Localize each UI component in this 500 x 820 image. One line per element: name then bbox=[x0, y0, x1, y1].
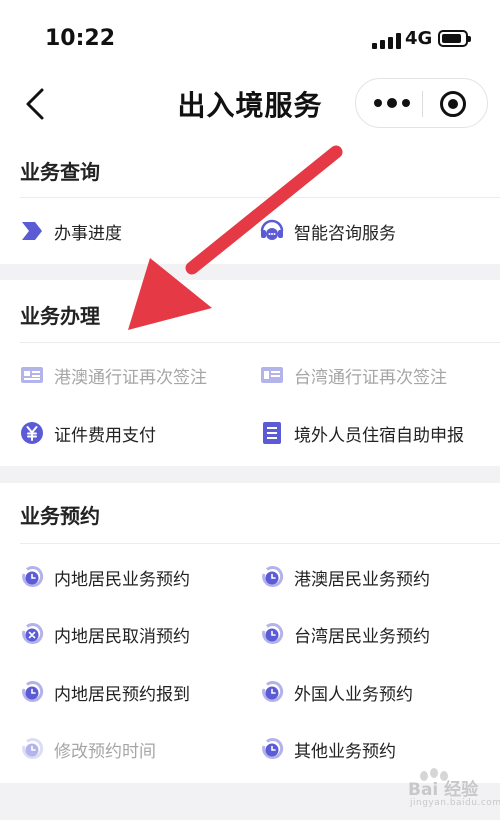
menu-item-label: 内地居民取消预约 bbox=[54, 626, 190, 647]
document-icon bbox=[263, 422, 281, 444]
section-appointment: 业务预约 内地居民业务预约 港澳居民业务预约 内地居民取消预约 台湾居民业务预约… bbox=[0, 483, 500, 783]
section-divider bbox=[20, 543, 500, 544]
menu-item-other-appointment[interactable]: 其他业务预约 bbox=[260, 734, 396, 764]
menu-item-label: 证件费用支付 bbox=[54, 425, 156, 446]
section-divider bbox=[20, 342, 500, 343]
signal-icon bbox=[372, 33, 402, 49]
tw-card-icon bbox=[261, 367, 283, 383]
clock-icon bbox=[22, 738, 44, 759]
watermark-text: Bai 经验 bbox=[408, 780, 479, 800]
menu-item-label: 港澳通行证再次签注 bbox=[54, 367, 207, 388]
progress-icon bbox=[22, 222, 42, 240]
capsule-divider bbox=[422, 91, 423, 117]
menu-item-smart-consult[interactable]: 智能咨询服务 bbox=[260, 216, 396, 246]
menu-item-foreigner-appointment[interactable]: 外国人业务预约 bbox=[260, 677, 413, 707]
clock-icon bbox=[262, 681, 284, 702]
clock-icon bbox=[262, 623, 284, 644]
more-icon[interactable] bbox=[372, 93, 412, 113]
section-handling: 业务办理 港澳通行证再次签注 台湾通行证再次签注 证件费用支付 境外人员住宿自助… bbox=[0, 280, 500, 466]
chat-icon bbox=[260, 219, 284, 240]
menu-item-label: 智能咨询服务 bbox=[294, 223, 396, 244]
menu-item-mainland-checkin[interactable]: 内地居民预约报到 bbox=[20, 677, 190, 707]
status-time: 10:22 bbox=[45, 26, 116, 51]
section-title: 业务查询 bbox=[20, 160, 100, 184]
cancel-clock-icon bbox=[22, 623, 44, 644]
clock-icon bbox=[262, 738, 284, 759]
menu-item-hk-macau-endorsement[interactable]: 港澳通行证再次签注 bbox=[20, 360, 207, 390]
menu-item-label: 内地居民预约报到 bbox=[54, 684, 190, 705]
menu-item-label: 外国人业务预约 bbox=[294, 684, 413, 705]
nav-bar: 出入境服务 bbox=[0, 76, 500, 134]
mini-program-capsule bbox=[355, 78, 488, 128]
menu-item-taiwan-appointment[interactable]: 台湾居民业务预约 bbox=[260, 619, 430, 649]
menu-item-progress[interactable]: 办事进度 bbox=[20, 216, 122, 246]
menu-item-label: 台湾通行证再次签注 bbox=[294, 367, 447, 388]
menu-item-label: 港澳居民业务预约 bbox=[294, 569, 430, 590]
section-title: 业务办理 bbox=[20, 304, 100, 328]
menu-item-mainland-cancel[interactable]: 内地居民取消预约 bbox=[20, 619, 190, 649]
menu-item-label: 其他业务预约 bbox=[294, 741, 396, 762]
section-divider bbox=[20, 197, 500, 198]
battery-icon bbox=[438, 30, 471, 47]
menu-item-taiwan-endorsement[interactable]: 台湾通行证再次签注 bbox=[260, 360, 447, 390]
status-bar: 10:22 4G bbox=[0, 0, 500, 76]
yuan-icon bbox=[21, 422, 43, 444]
close-target-icon[interactable] bbox=[439, 90, 467, 118]
menu-item-label: 境外人员住宿自助申报 bbox=[294, 425, 464, 446]
section-title: 业务预约 bbox=[20, 504, 100, 528]
id-card-icon bbox=[21, 367, 43, 383]
menu-item-mainland-appointment[interactable]: 内地居民业务预约 bbox=[20, 562, 190, 592]
network-type: 4G bbox=[405, 28, 433, 49]
menu-item-label: 台湾居民业务预约 bbox=[294, 626, 430, 647]
watermark-url: jingyan.baidu.com bbox=[410, 798, 500, 808]
menu-item-label: 修改预约时间 bbox=[54, 741, 156, 762]
clock-icon bbox=[22, 566, 44, 587]
menu-item-label: 办事进度 bbox=[54, 223, 122, 244]
menu-item-label: 内地居民业务预约 bbox=[54, 569, 190, 590]
menu-item-fee-payment[interactable]: 证件费用支付 bbox=[20, 418, 156, 448]
clock-icon bbox=[262, 566, 284, 587]
menu-item-accommodation-report[interactable]: 境外人员住宿自助申报 bbox=[260, 418, 464, 448]
menu-item-hk-macau-appointment[interactable]: 港澳居民业务预约 bbox=[260, 562, 430, 592]
section-query: 业务查询 办事进度 智能咨询服务 bbox=[0, 134, 500, 264]
menu-item-modify-time[interactable]: 修改预约时间 bbox=[20, 734, 156, 764]
clock-icon bbox=[22, 681, 44, 702]
